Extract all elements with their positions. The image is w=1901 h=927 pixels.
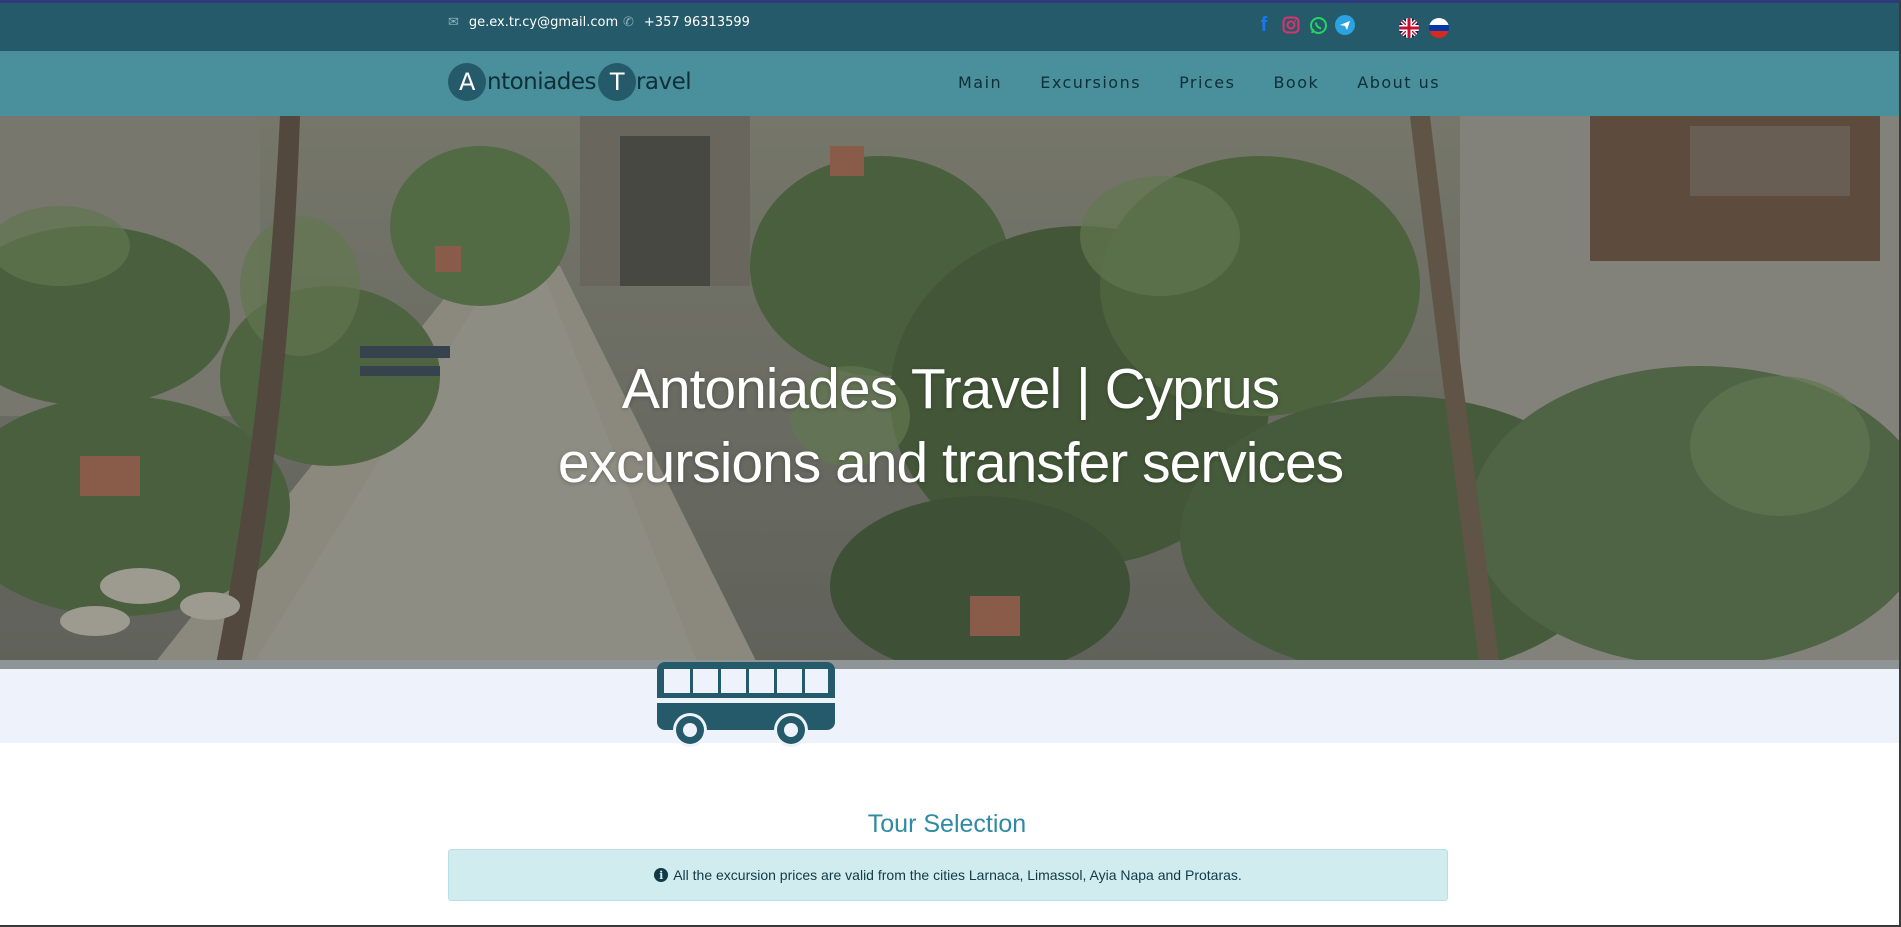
hero-title-line2: excursions and transfer services — [557, 431, 1344, 495]
hero-bottom-divider — [0, 660, 1901, 669]
logo-initial-a: A — [448, 63, 486, 101]
site-logo[interactable]: A ntoniades T ravel — [448, 63, 692, 101]
section-title: Tour Selection — [867, 810, 1027, 838]
bus-strip — [0, 669, 1901, 743]
logo-text-ntoniades: ntoniades — [487, 69, 596, 95]
whatsapp-icon[interactable] — [1308, 15, 1328, 35]
phone-text[interactable]: +357 96313599 — [644, 15, 750, 30]
instagram-icon[interactable] — [1281, 15, 1301, 35]
hero-banner: Antoniades Travel | Cyprus excursions an… — [0, 116, 1901, 669]
nav-book[interactable]: Book — [1273, 73, 1319, 92]
nav-prices[interactable]: Prices — [1179, 73, 1235, 92]
english-flag-icon[interactable] — [1399, 18, 1419, 38]
facebook-icon[interactable]: f — [1254, 14, 1274, 36]
info-text: All the excursion prices are valid from … — [673, 867, 1242, 883]
top-contact-bar: ✉ ge.ex.tr.cy@gmail.com ✆ +357 96313599 … — [0, 3, 1901, 51]
social-links: f — [1254, 14, 1355, 36]
phone-icon: ✆ — [623, 15, 634, 30]
phone-contact[interactable]: ✆ +357 96313599 — [623, 15, 750, 30]
logo-initial-t: T — [597, 63, 636, 101]
nav-about-us[interactable]: About us — [1357, 73, 1440, 92]
bus-icon — [655, 660, 837, 752]
nav-main[interactable]: Main — [958, 73, 1002, 92]
hero-title: Antoniades Travel | Cyprus excursions an… — [0, 352, 1901, 500]
nav-excursions[interactable]: Excursions — [1040, 73, 1141, 92]
envelope-icon: ✉ — [448, 15, 459, 30]
logo-text-ravel: ravel — [635, 69, 692, 95]
nav-menu: Main Excursions Prices Book About us — [958, 73, 1440, 92]
email-text[interactable]: ge.ex.tr.cy@gmail.com — [469, 15, 618, 30]
language-switcher — [1399, 18, 1449, 38]
hero-title-line1: Antoniades Travel | Cyprus — [621, 357, 1280, 421]
telegram-icon[interactable] — [1335, 15, 1355, 35]
info-icon: i — [654, 868, 669, 882]
russian-flag-icon[interactable] — [1429, 18, 1449, 38]
info-alert: i All the excursion prices are valid fro… — [448, 849, 1448, 901]
email-contact[interactable]: ✉ ge.ex.tr.cy@gmail.com — [448, 15, 618, 30]
main-navbar: A ntoniades T ravel Main Excursions Pric… — [0, 51, 1901, 116]
